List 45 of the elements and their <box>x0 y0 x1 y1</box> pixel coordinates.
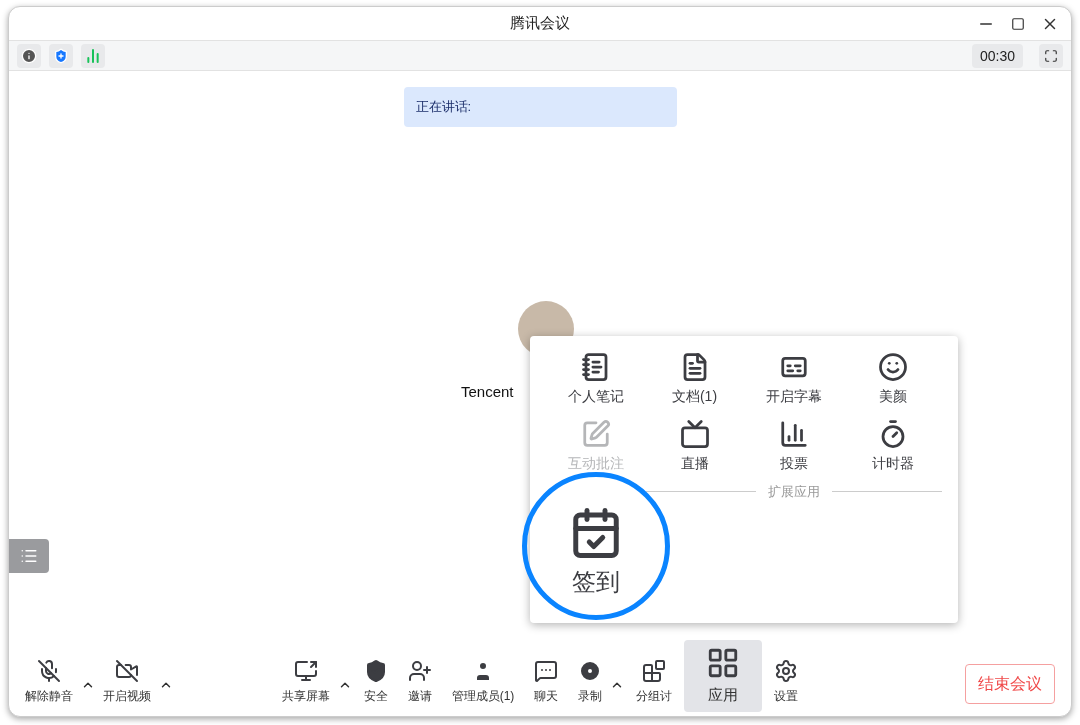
add-user-icon <box>407 659 432 683</box>
blocks-icon <box>642 659 667 683</box>
fullscreen-button[interactable] <box>1039 43 1063 68</box>
video-off-icon <box>115 659 139 683</box>
screen-share-icon <box>293 659 318 683</box>
toolbar-button[interactable]: 设置 <box>766 652 807 712</box>
app-item[interactable]: 直播 <box>645 419 744 474</box>
info-button[interactable] <box>17 43 41 68</box>
toolbar-button[interactable]: 管理成员(1) <box>443 652 523 712</box>
window-title: 腾讯会议 <box>510 13 570 34</box>
toolbar-button[interactable]: 共享屏幕 <box>273 652 338 712</box>
participant-name: Tencent <box>461 382 514 402</box>
toolbar-button[interactable]: 分组讨 <box>628 652 681 712</box>
app-item[interactable]: 计时器 <box>843 419 942 474</box>
bar-chart-icon <box>778 419 809 449</box>
muted-mic-icon <box>37 659 61 683</box>
pen-square-icon <box>580 419 611 449</box>
toolbar-button[interactable]: 邀请 <box>399 652 440 712</box>
app-item[interactable]: 美颜 <box>843 352 942 407</box>
toolbar-button[interactable]: 开启视频 <box>95 652 159 712</box>
app-item[interactable]: 文档(1) <box>645 352 744 407</box>
maximize-icon[interactable] <box>1011 16 1025 31</box>
security-button[interactable] <box>49 43 73 68</box>
toolbar-button[interactable]: 解除静音 <box>17 652 81 712</box>
list-icon <box>20 547 38 565</box>
meeting-timer: 00:30 <box>971 43 1023 68</box>
settings-icon <box>774 659 799 683</box>
toolbar-button[interactable]: 应用 <box>684 640 763 712</box>
app-item[interactable]: 签到 <box>568 505 623 600</box>
smiley-icon <box>877 352 908 382</box>
speaking-banner: 正在讲话: <box>403 87 677 127</box>
section-title: 扩展应用 <box>768 483 820 501</box>
tv-icon <box>679 419 710 449</box>
end-meeting-button[interactable]: 结束会议 <box>965 664 1055 704</box>
fullscreen-icon <box>1044 48 1058 63</box>
shield-plus-icon <box>53 47 69 64</box>
chat-icon <box>534 659 559 683</box>
toolbar-button[interactable]: 聊天 <box>526 652 567 712</box>
toolbar-button[interactable]: 安全 <box>355 652 396 712</box>
app-item[interactable]: 开启字幕 <box>744 352 843 407</box>
toolbar-button[interactable]: 录制 <box>570 652 611 712</box>
info-icon <box>21 47 37 64</box>
signal-bars-icon <box>85 47 101 64</box>
app-item[interactable]: 投票 <box>744 419 843 474</box>
app-item[interactable]: 个人笔记 <box>546 352 645 407</box>
